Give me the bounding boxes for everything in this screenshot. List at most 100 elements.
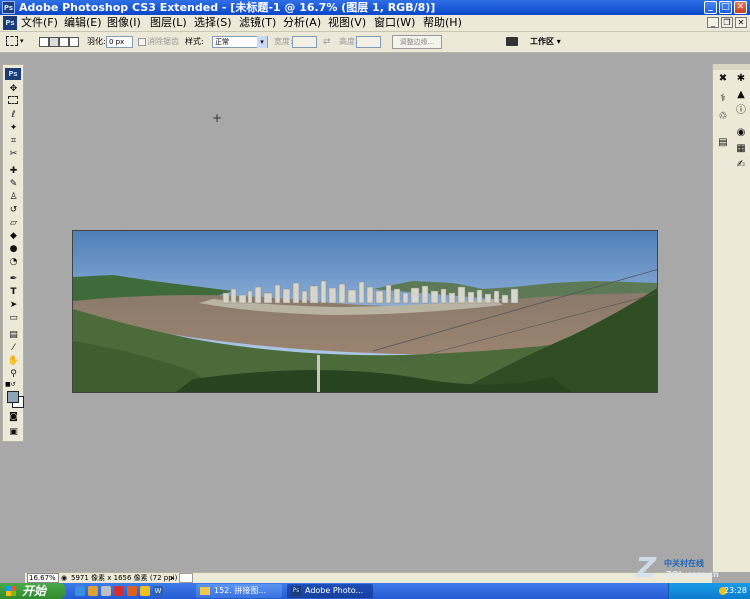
refine-edge-button[interactable]: 调整边缘... xyxy=(392,35,442,49)
antialias-checkbox[interactable] xyxy=(138,38,146,46)
swatches-icon[interactable]: ▦ xyxy=(734,142,748,155)
chevron-down-icon: ▾ xyxy=(556,37,561,46)
taskbar-photoshop-label: Adobe Photo... xyxy=(305,586,364,595)
style-select-value: 正常 xyxy=(215,38,229,46)
layer-comps-icon[interactable]: ▤ xyxy=(716,136,730,149)
blur-tool-icon[interactable]: ● xyxy=(6,243,21,255)
history-brush-tool-icon[interactable]: ↺ xyxy=(6,204,21,216)
doc-minimize-button[interactable]: _ xyxy=(707,17,719,28)
width-label: 宽度: xyxy=(274,37,293,46)
type-tool-icon[interactable]: T xyxy=(6,286,21,298)
menu-window[interactable]: 窗口(W) xyxy=(374,15,415,31)
utility-pole xyxy=(317,355,320,392)
status-icon[interactable]: ◉ xyxy=(61,573,67,583)
chevron-down-icon[interactable]: ▾ xyxy=(20,36,24,46)
feather-input[interactable]: 0 px xyxy=(106,36,133,48)
taskbar-photoshop-item[interactable]: Ps Adobe Photo... xyxy=(287,584,373,598)
histogram-icon[interactable]: ▲ xyxy=(734,88,748,101)
navigator-icon[interactable]: ✱ xyxy=(734,72,748,85)
document-canvas[interactable] xyxy=(72,230,658,393)
healing-brush-tool-icon[interactable]: ✚ xyxy=(6,165,21,177)
firefox-icon[interactable] xyxy=(127,586,137,596)
toolbox-panel: Ps ✥ ℓ ✦ ⌗ ✂ ✚ ✎ ♙ ↺ ▱ ◆ ● ◔ ✒ T ➤ ▭ ▤ ⁄… xyxy=(2,64,24,442)
path-selection-tool-icon[interactable]: ➤ xyxy=(6,299,21,311)
minimize-button[interactable]: _ xyxy=(704,1,717,14)
menu-bar: Ps 文件(F) 编辑(E) 图像(I) 图层(L) 选择(S) 滤镜(T) 分… xyxy=(0,15,750,32)
explorer-icon[interactable] xyxy=(88,586,98,596)
tools-icon[interactable]: ✖ xyxy=(716,72,730,85)
zoom-tool-icon[interactable]: ⚲ xyxy=(6,368,21,380)
options-bar: ▾ 羽化: 0 px 消除锯齿 样式: 正常 ▾ 宽度: ⇄ 高度: 调整边缘.… xyxy=(0,32,750,53)
doc-close-button[interactable]: ✕ xyxy=(735,17,747,28)
brush-icon[interactable]: ⚕ xyxy=(716,92,730,105)
style-label: 样式: xyxy=(185,37,204,46)
menu-filter[interactable]: 滤镜(T) xyxy=(239,15,276,31)
camera-icon[interactable] xyxy=(506,37,518,46)
panorama-image xyxy=(73,231,657,392)
info-icon[interactable]: ⓘ xyxy=(734,104,748,117)
start-button[interactable]: 开始 xyxy=(0,583,66,599)
maximize-button[interactable]: □ xyxy=(719,1,732,14)
zol-url-text: ZOL.com.cn xyxy=(666,570,719,579)
word-icon[interactable]: W xyxy=(153,586,163,596)
notes-tool-icon[interactable]: ▤ xyxy=(6,329,21,341)
hand-tool-icon[interactable]: ✋ xyxy=(6,355,21,367)
style-select[interactable]: 正常 ▾ xyxy=(212,36,268,48)
zol-watermark: Z 中关村在线 ZOL.com.cn xyxy=(636,554,740,584)
clone-source-icon[interactable]: ♲ xyxy=(716,110,730,123)
marquee-preset-icon[interactable] xyxy=(6,36,18,46)
ie-icon[interactable] xyxy=(75,586,85,596)
title-bar[interactable]: Ps Adobe Photoshop CS3 Extended - [未标题-1… xyxy=(0,0,750,15)
menu-edit[interactable]: 编辑(E) xyxy=(64,15,102,31)
screen-mode-icon[interactable]: ▣ xyxy=(6,426,21,438)
clone-stamp-tool-icon[interactable]: ♙ xyxy=(6,191,21,203)
new-selection-icon[interactable] xyxy=(39,37,49,47)
menu-select[interactable]: 选择(S) xyxy=(194,15,232,31)
paint-bucket-tool-icon[interactable]: ◆ xyxy=(6,230,21,242)
styles-icon[interactable]: ✍ xyxy=(734,158,748,171)
color-icon[interactable]: ◉ xyxy=(734,126,748,139)
taskbar-folder-item[interactable]: 152. 拼接图... xyxy=(196,584,282,598)
show-desktop-icon[interactable] xyxy=(101,586,111,596)
lasso-tool-icon[interactable]: ℓ xyxy=(6,109,21,121)
crop-tool-icon[interactable]: ⌗ xyxy=(6,135,21,147)
height-input[interactable] xyxy=(356,36,381,48)
status-menu-arrow-icon[interactable]: ▸ xyxy=(171,573,175,583)
width-input[interactable] xyxy=(292,36,317,48)
marquee-tool-icon[interactable] xyxy=(8,96,18,104)
intersect-selection-icon[interactable] xyxy=(69,37,79,47)
foreground-color-swatch[interactable] xyxy=(7,391,19,403)
eyedropper-tool-icon[interactable]: ⁄ xyxy=(6,342,21,354)
photoshop-app-icon[interactable]: Ps xyxy=(2,1,15,14)
close-button[interactable]: ✕ xyxy=(734,1,747,14)
move-tool-icon[interactable]: ✥ xyxy=(6,83,21,95)
tray-clock[interactable]: 23:28 xyxy=(724,583,747,599)
subtract-selection-icon[interactable] xyxy=(59,37,69,47)
doc-restore-button[interactable]: ❐ xyxy=(721,17,733,28)
document-icon[interactable]: Ps xyxy=(3,16,17,30)
slice-tool-icon[interactable]: ✂ xyxy=(6,148,21,160)
menu-file[interactable]: 文件(F) xyxy=(21,15,58,31)
horizontal-scrollbar[interactable] xyxy=(179,573,193,583)
add-selection-icon[interactable] xyxy=(49,37,59,47)
chevron-down-icon[interactable]: ▾ xyxy=(257,36,267,48)
media-icon[interactable] xyxy=(114,586,124,596)
dodge-tool-icon[interactable]: ◔ xyxy=(6,256,21,268)
menu-layer[interactable]: 图层(L) xyxy=(150,15,187,31)
shape-tool-icon[interactable]: ▭ xyxy=(6,312,21,324)
zoom-level-field[interactable]: 16.67% xyxy=(27,573,59,583)
menu-analysis[interactable]: 分析(A) xyxy=(283,15,321,31)
default-colors-icon[interactable]: ■↺ xyxy=(5,381,16,389)
swap-icon[interactable]: ⇄ xyxy=(323,33,331,51)
menu-view[interactable]: 视图(V) xyxy=(328,15,366,31)
menu-image[interactable]: 图像(I) xyxy=(107,15,141,31)
dock-grip[interactable] xyxy=(713,64,750,70)
pen-tool-icon[interactable]: ✒ xyxy=(6,273,21,285)
workspace-button[interactable]: 工作区 ▾ xyxy=(530,33,561,51)
brush-tool-icon[interactable]: ✎ xyxy=(6,178,21,190)
quick-mask-icon[interactable]: ◙ xyxy=(6,411,21,423)
magic-wand-tool-icon[interactable]: ✦ xyxy=(6,122,21,134)
menu-help[interactable]: 帮助(H) xyxy=(423,15,462,31)
eraser-tool-icon[interactable]: ▱ xyxy=(6,217,21,229)
qq-icon[interactable] xyxy=(140,586,150,596)
